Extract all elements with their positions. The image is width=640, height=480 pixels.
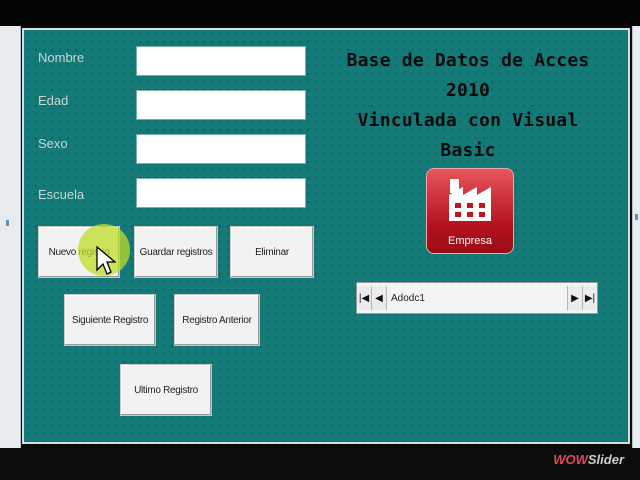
title-line: Base de Datos de Acces 2010	[346, 50, 590, 101]
factory-icon	[449, 179, 491, 221]
label-escuela: Escuela	[38, 187, 85, 202]
empresa-button[interactable]: Empresa	[426, 168, 514, 254]
title-line: Vinculada con Visual Basic	[357, 110, 579, 161]
guardar-registros-button[interactable]: Guardar registros	[134, 226, 218, 278]
registro-anterior-button[interactable]: Registro Anterior	[174, 294, 260, 346]
edad-field[interactable]	[136, 90, 306, 120]
last-record-button[interactable]: ▶|	[582, 286, 597, 310]
ultimo-registro-button[interactable]: Ultimo Registro	[120, 364, 212, 416]
top-black-bar	[0, 0, 640, 26]
watermark: WOWSlider	[553, 452, 624, 467]
prev-record-button[interactable]: ◀	[372, 286, 387, 310]
ide-right-strip	[632, 26, 640, 448]
watermark-suffix: Slider	[587, 452, 624, 467]
label-sexo: Sexo	[38, 136, 68, 151]
vb-form: Nombre Edad Sexo Escuela Nuevo registro …	[22, 28, 630, 444]
empresa-label: Empresa	[447, 235, 493, 247]
escuela-field[interactable]	[136, 178, 306, 208]
resize-handle[interactable]	[635, 214, 638, 220]
adodc-control: |◀ ◀ Adodc1 ▶ ▶|	[356, 282, 598, 314]
sexo-field[interactable]	[136, 134, 306, 164]
label-nombre: Nombre	[38, 50, 85, 65]
mouse-pointer-icon	[96, 246, 116, 275]
bottom-black-bar	[0, 448, 640, 480]
first-record-button[interactable]: |◀	[357, 286, 372, 310]
label-edad: Edad	[38, 93, 69, 108]
nombre-field[interactable]	[136, 46, 306, 76]
eliminar-button[interactable]: Eliminar	[230, 226, 314, 278]
resize-handle[interactable]	[6, 220, 9, 226]
adodc-caption: Adodc1	[391, 292, 425, 304]
watermark-brand: WOW	[553, 452, 588, 467]
ide-left-strip	[0, 26, 21, 448]
next-record-button[interactable]: ▶	[567, 286, 582, 310]
siguiente-registro-button[interactable]: Siguiente Registro	[64, 294, 156, 346]
